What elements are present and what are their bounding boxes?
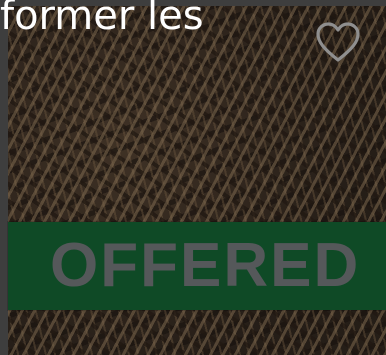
heart-outline-icon[interactable] [314, 20, 362, 64]
caption-text: former les [0, 0, 204, 39]
status-banner-label: OFFERED [50, 231, 361, 300]
offered-status-banner: OFFERED [8, 222, 386, 310]
card-left-border [0, 0, 8, 355]
listing-page: OFFERED former les [0, 0, 386, 355]
listing-card[interactable]: OFFERED [0, 0, 386, 355]
